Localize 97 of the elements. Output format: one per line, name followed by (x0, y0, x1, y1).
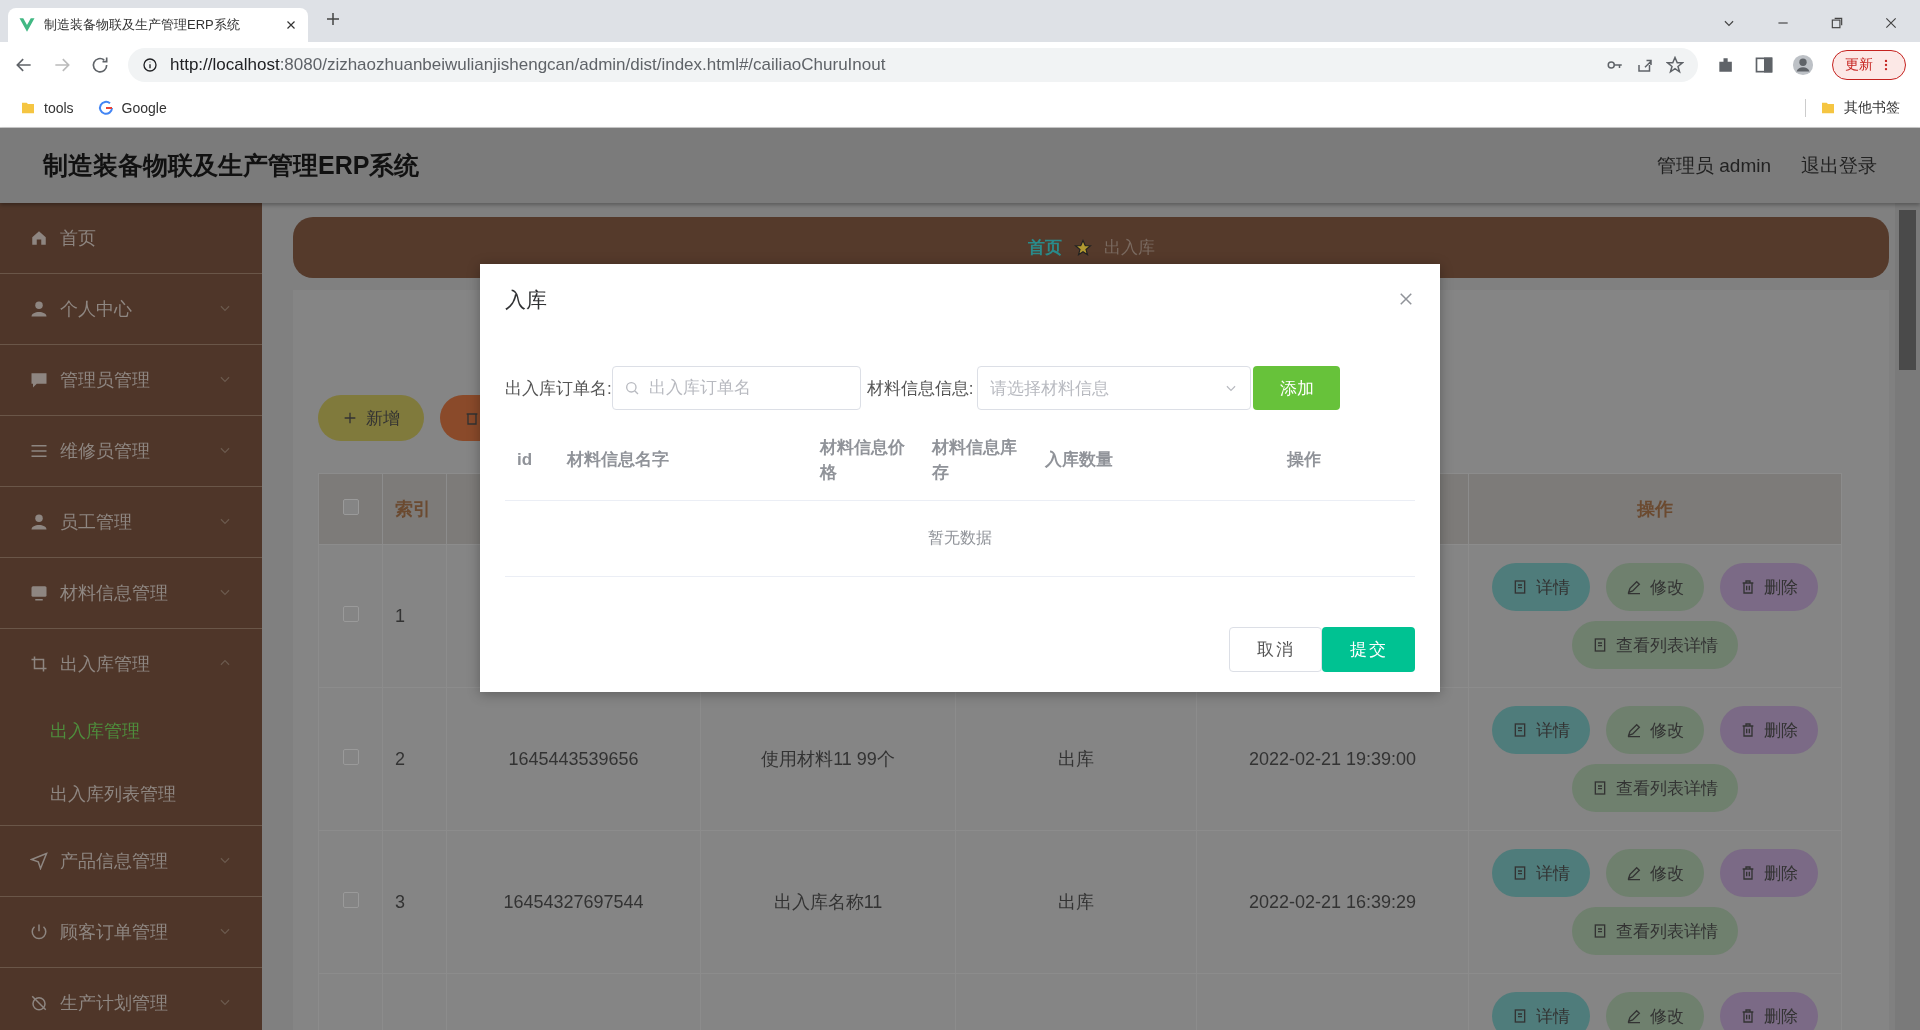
person-icon (30, 300, 48, 318)
trash-icon (1740, 579, 1756, 595)
trash-icon (464, 410, 480, 426)
edit-button[interactable]: 修改 (1606, 706, 1704, 754)
document-icon (1512, 865, 1528, 881)
detail-button[interactable]: 详情 (1492, 563, 1590, 611)
submit-button[interactable]: 提交 (1322, 627, 1415, 672)
material-select[interactable]: 请选择材料信息 (977, 366, 1252, 410)
profile-icon (1792, 54, 1814, 76)
logout-link[interactable]: 退出登录 (1801, 152, 1877, 179)
list-icon (30, 442, 48, 460)
document-icon (1592, 637, 1608, 653)
alarm-icon (30, 994, 48, 1012)
document-icon (1512, 1008, 1528, 1024)
user-label: 管理员 admin (1656, 153, 1771, 178)
table-cell: 16454327697544 (503, 891, 644, 912)
power-icon (30, 923, 48, 941)
table-cell: 出入库名称11 (773, 892, 883, 912)
home-icon (30, 229, 48, 247)
document-icon (1592, 923, 1608, 939)
column-header: 入库数量 (1044, 449, 1114, 472)
search-field[interactable]: 出入库订单名 (611, 366, 861, 410)
document-icon (1512, 722, 1528, 738)
field-label: 出入库订单名: (505, 377, 612, 400)
trash-icon (1740, 865, 1756, 881)
table-cell: 2 (395, 748, 405, 769)
detail-button[interactable]: 详情 (1492, 849, 1590, 897)
list-button[interactable]: 查看列表详情 (1572, 621, 1738, 669)
empty-text: 暂无数据 (928, 528, 992, 548)
pencil-icon (1626, 722, 1642, 738)
delete-button[interactable]: 删除 (1720, 849, 1818, 897)
table-cell: 1645443539656 (508, 748, 639, 769)
add-button[interactable]: 添加 (1253, 366, 1341, 410)
restore-icon (1830, 16, 1844, 30)
address-bar[interactable]: http://localhost:8080/zizhaozhuanbeiwulianjishengcan/admin/dist/index.html#/cailiaoChuruInout (128, 48, 1698, 82)
checkbox[interactable] (342, 498, 359, 515)
table-cell: 1 (395, 605, 405, 626)
delete-button[interactable]: 删除 (1720, 992, 1818, 1030)
browser-tab[interactable]: 制造装备物联及生产管理ERP系统 (8, 8, 308, 42)
detail-button[interactable]: 详情 (1492, 706, 1590, 754)
crop-icon (30, 655, 48, 673)
bookmark[interactable]: Google (121, 99, 167, 116)
edit-button[interactable]: 修改 (1606, 992, 1704, 1030)
chat-icon (30, 371, 48, 389)
scrollbar-thumb[interactable] (1899, 210, 1916, 370)
star-icon (1073, 238, 1092, 257)
bookmark[interactable]: 其他书签 (1844, 98, 1900, 117)
trash-icon (1740, 722, 1756, 738)
person-icon (30, 513, 48, 531)
edit-button[interactable]: 修改 (1606, 849, 1704, 897)
plus-icon (342, 410, 358, 426)
column-header: 索引 (395, 499, 431, 519)
list-button[interactable]: 查看列表详情 (1572, 907, 1738, 955)
submenu-item[interactable]: 出入库管理 (0, 699, 262, 762)
edit-button[interactable]: 修改 (1606, 563, 1704, 611)
field-label: 材料信息信息: (866, 377, 974, 400)
add-button[interactable]: 新增 (318, 395, 424, 441)
pencil-icon (1626, 865, 1642, 881)
pencil-icon (1626, 579, 1642, 595)
update-button[interactable]: 更新 (1832, 50, 1906, 80)
pencil-icon (1626, 1008, 1642, 1024)
detail-button[interactable]: 详情 (1492, 992, 1590, 1030)
list-button[interactable]: 查看列表详情 (1572, 764, 1738, 812)
close-icon (1884, 16, 1898, 30)
info-icon (142, 57, 158, 73)
column-header: 材料信息名字 (565, 449, 670, 472)
v-logo-icon (18, 16, 36, 34)
bookmark[interactable]: tools (44, 99, 74, 116)
column-header: 材料信息库存 (930, 436, 1018, 484)
cancel-button[interactable]: 取消 (1229, 627, 1322, 672)
reload-icon (90, 55, 110, 75)
sidebar-item[interactable]: 出入库管理 (0, 629, 262, 699)
document-icon (1512, 579, 1528, 595)
table-cell: 出库 (1058, 892, 1094, 912)
star-icon (1666, 56, 1684, 74)
column-header: 操作 (1637, 499, 1673, 519)
table-cell: 2022-02-21 16:39:29 (1248, 891, 1417, 912)
send-icon (30, 852, 48, 870)
trash-icon (1740, 1008, 1756, 1024)
submenu-item[interactable]: 出入库列表管理 (0, 762, 262, 825)
column-header: 操作 (1285, 449, 1322, 472)
document-icon (1592, 780, 1608, 796)
monitor-icon (30, 584, 48, 602)
app-title: 制造装备物联及生产管理ERP系统 (43, 150, 421, 181)
delete-button[interactable]: 删除 (1720, 706, 1818, 754)
dialog-title: 入库 (505, 287, 547, 313)
sidepanel-icon (1754, 55, 1774, 75)
column-header: 材料信息价格 (818, 436, 906, 484)
breadcrumb-link[interactable]: 首页 (1027, 236, 1062, 259)
delete-button[interactable]: 删除 (1720, 563, 1818, 611)
table-cell: 2022-02-21 19:39:00 (1248, 748, 1417, 769)
table-cell: 出库 (1058, 749, 1094, 769)
google-icon (97, 99, 114, 116)
table-cell: 3 (395, 891, 405, 912)
table-cell: 使用材料11 99个 (761, 749, 895, 769)
column-header: id (516, 449, 534, 472)
new-tab-icon (324, 10, 342, 28)
